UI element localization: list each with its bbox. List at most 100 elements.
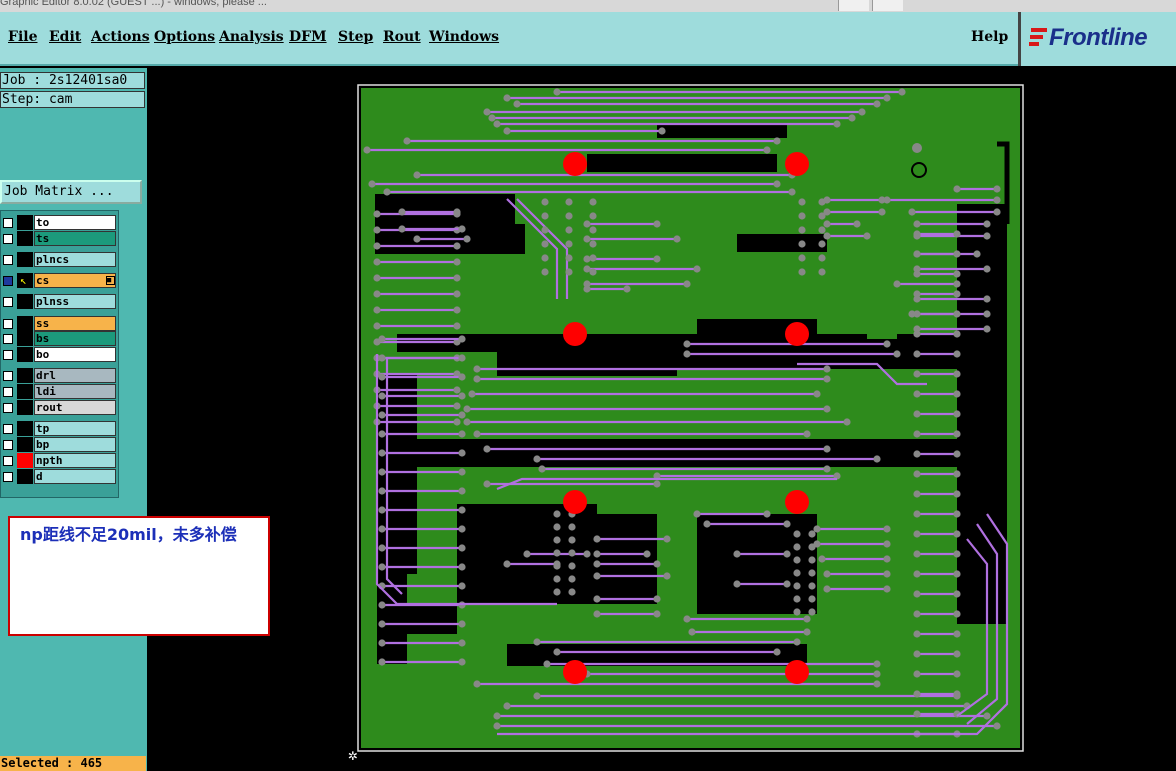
pad xyxy=(378,354,386,362)
layer-row-ldi[interactable]: ldi xyxy=(1,384,118,399)
layer-checkbox[interactable] xyxy=(3,371,13,381)
layer-row-plncs[interactable]: plncs xyxy=(1,252,118,267)
layer-row-tp[interactable]: tp xyxy=(1,421,118,436)
layer-row-bs[interactable]: bs xyxy=(1,331,118,346)
menu-dfm[interactable]: DFM xyxy=(289,29,327,45)
layer-name[interactable]: bs xyxy=(34,331,116,346)
layer-name[interactable]: to xyxy=(34,215,116,230)
menu-step[interactable]: Step xyxy=(338,29,373,45)
layer-checkbox[interactable] xyxy=(3,319,13,329)
pad xyxy=(803,628,811,636)
pad xyxy=(378,373,386,381)
layer-swatch[interactable] xyxy=(17,421,33,436)
pad xyxy=(453,258,461,266)
layer-row-plnss[interactable]: plnss xyxy=(1,294,118,309)
pad xyxy=(568,536,576,544)
menu-file[interactable]: File xyxy=(8,29,37,45)
layer-checkbox[interactable] xyxy=(3,387,13,397)
layer-name[interactable]: ss xyxy=(34,316,116,331)
pad xyxy=(483,480,491,488)
pad xyxy=(913,370,921,378)
layer-swatch[interactable] xyxy=(17,331,33,346)
layer-name[interactable]: plnss xyxy=(34,294,116,309)
menu-actions[interactable]: Actions xyxy=(91,29,150,45)
pad xyxy=(853,220,861,228)
layer-checkbox[interactable] xyxy=(3,218,13,228)
layer-checkbox[interactable] xyxy=(3,276,13,286)
layer-swatch[interactable] xyxy=(17,252,33,267)
menu-rout[interactable]: Rout xyxy=(383,29,421,45)
layer-checkbox[interactable] xyxy=(3,297,13,307)
layer-row-bp[interactable]: bp xyxy=(1,437,118,452)
layer-name[interactable]: ldi xyxy=(34,384,116,399)
layer-checkbox[interactable] xyxy=(3,255,13,265)
pad xyxy=(973,250,981,258)
layer-name[interactable]: plncs xyxy=(34,252,116,267)
layer-name[interactable]: drl xyxy=(34,368,116,383)
layer-swatch[interactable] xyxy=(17,231,33,246)
pad xyxy=(583,235,591,243)
layer-name[interactable]: d xyxy=(34,469,116,484)
layer-row-npth[interactable]: npth xyxy=(1,453,118,468)
copper-clearance xyxy=(497,346,677,376)
layer-swatch[interactable] xyxy=(17,384,33,399)
layer-swatch[interactable] xyxy=(17,437,33,452)
pad xyxy=(553,549,561,557)
layer-row-to[interactable]: to xyxy=(1,215,118,230)
layer-row-rout[interactable]: rout xyxy=(1,400,118,415)
menu-windows[interactable]: Windows xyxy=(429,29,499,45)
pad xyxy=(513,100,521,108)
layer-swatch[interactable] xyxy=(17,453,33,468)
layer-row-ss[interactable]: ss xyxy=(1,316,118,331)
layer-row-drl[interactable]: drl xyxy=(1,368,118,383)
pad xyxy=(798,212,806,220)
layer-swatch[interactable] xyxy=(17,294,33,309)
layer-name[interactable]: bo xyxy=(34,347,116,362)
layer-name[interactable]: cs xyxy=(34,273,116,288)
menu-analysis[interactable]: Analysis xyxy=(219,29,284,45)
layer-swatch[interactable] xyxy=(17,215,33,230)
job-matrix-button[interactable]: Job Matrix ... xyxy=(0,180,142,204)
layer-swatch[interactable] xyxy=(17,347,33,362)
layer-name[interactable]: npth xyxy=(34,453,116,468)
npth-hole xyxy=(785,322,809,346)
pad xyxy=(883,525,891,533)
pad xyxy=(993,185,1001,193)
layer-swatch[interactable] xyxy=(17,368,33,383)
pad xyxy=(953,470,961,478)
pad xyxy=(503,94,511,102)
menu-edit[interactable]: Edit xyxy=(49,29,81,45)
maximize-button[interactable] xyxy=(872,0,903,11)
layer-row-ts[interactable]: ts xyxy=(1,231,118,246)
layer-swatch[interactable] xyxy=(17,400,33,415)
layer-checkbox[interactable] xyxy=(3,472,13,482)
menu-options[interactable]: Options xyxy=(154,29,215,45)
menu-bar: File Edit Actions Options Analysis DFM S… xyxy=(0,12,1018,66)
pad xyxy=(683,280,691,288)
layer-row-cs[interactable]: cs ↖ ■ xyxy=(1,273,118,288)
layer-checkbox[interactable] xyxy=(3,334,13,344)
minimize-button[interactable] xyxy=(838,0,869,11)
layer-checkbox[interactable] xyxy=(3,234,13,244)
pad xyxy=(398,225,406,233)
layer-name[interactable]: ts xyxy=(34,231,116,246)
layer-checkbox[interactable] xyxy=(3,440,13,450)
menu-help[interactable]: Help xyxy=(971,29,1008,45)
layer-checkbox[interactable] xyxy=(3,456,13,466)
layer-checkbox[interactable] xyxy=(3,424,13,434)
layer-checkbox[interactable] xyxy=(3,350,13,360)
pad xyxy=(783,520,791,528)
pcb-canvas[interactable] xyxy=(357,84,1024,752)
layer-swatch[interactable] xyxy=(17,469,33,484)
pad xyxy=(913,220,921,228)
layer-name[interactable]: rout xyxy=(34,400,116,415)
layer-name[interactable]: tp xyxy=(34,421,116,436)
pad xyxy=(818,198,826,206)
layer-row-d[interactable]: d xyxy=(1,469,118,484)
pad xyxy=(913,510,921,518)
layer-name[interactable]: bp xyxy=(34,437,116,452)
layer-checkbox[interactable] xyxy=(3,403,13,413)
layer-swatch[interactable] xyxy=(17,316,33,331)
layer-row-bo[interactable]: bo xyxy=(1,347,118,362)
pad xyxy=(913,550,921,558)
